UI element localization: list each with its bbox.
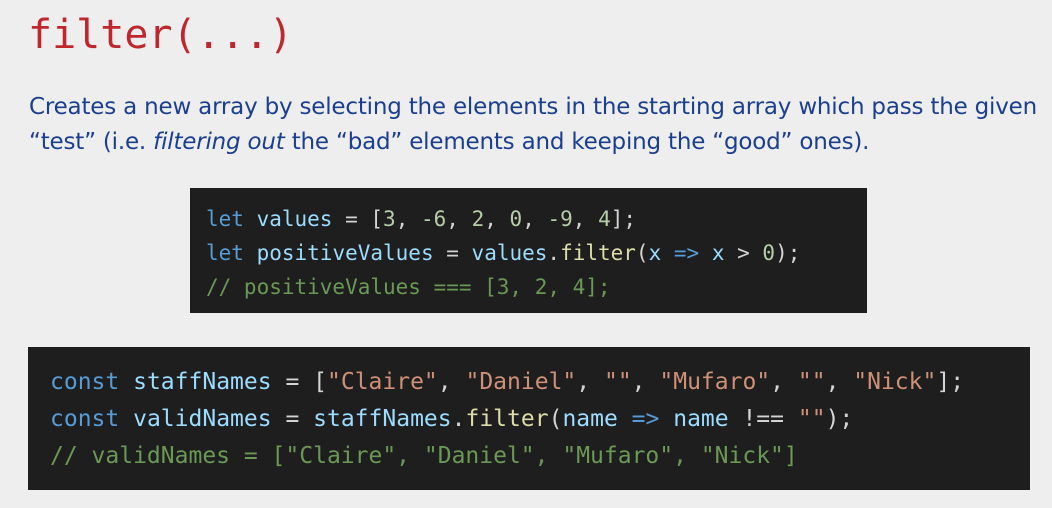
- code-string: "Mufaro": [659, 369, 771, 395]
- code-line-1: const staffNames = ["Claire", "Daniel", …: [50, 364, 1030, 401]
- code-identifier: values: [256, 207, 333, 231]
- code-keyword: const: [50, 406, 120, 432]
- code-parameter: x: [648, 241, 662, 265]
- code-string: "": [797, 406, 826, 432]
- code-string: "Claire": [327, 369, 438, 395]
- code-separator: ,: [825, 369, 854, 395]
- code-block-values: let values = [3, -6, 2, 0, -9, 4]; let po…: [190, 188, 867, 313]
- code-arrow: =>: [661, 241, 712, 265]
- code-number: -6: [421, 207, 447, 231]
- code-bracket: ];: [936, 369, 965, 395]
- code-line-2: let positiveValues = values.filter(x => …: [206, 236, 867, 270]
- code-paren: );: [825, 406, 854, 432]
- code-bracket: [: [370, 207, 384, 231]
- code-string: "Daniel": [465, 369, 577, 395]
- code-separator: ,: [770, 369, 798, 395]
- code-arrow: =>: [617, 406, 674, 432]
- code-separator: ,: [395, 207, 421, 231]
- code-paren: );: [775, 241, 801, 265]
- code-number: 4: [598, 207, 611, 231]
- code-line-2: const validNames = staffNames.filter(nam…: [50, 401, 1030, 438]
- code-bracket: [: [313, 369, 327, 395]
- code-paren: (: [635, 241, 649, 265]
- code-operator: =: [271, 406, 314, 432]
- code-parameter: x: [711, 241, 725, 265]
- code-separator: ,: [576, 369, 604, 395]
- code-number: 0: [509, 207, 523, 231]
- code-paren: (: [548, 406, 563, 432]
- code-bracket: ];: [610, 207, 637, 231]
- description-emphasis: filtering out: [153, 129, 285, 155]
- code-comment: // validNames = ["Claire", "Daniel", "Mu…: [50, 443, 798, 469]
- code-line-1: let values = [3, -6, 2, 0, -9, 4];: [206, 202, 867, 236]
- code-string: "": [603, 369, 632, 395]
- code-separator: ,: [484, 207, 510, 231]
- code-number: -9: [547, 207, 573, 231]
- code-number: 2: [471, 207, 485, 231]
- code-separator: ,: [446, 207, 472, 231]
- code-operator: >: [724, 241, 763, 265]
- code-method: filter: [465, 406, 549, 432]
- code-keyword: let: [206, 207, 244, 231]
- code-parameter: name: [673, 406, 729, 432]
- code-separator: ,: [522, 207, 548, 231]
- code-separator: ,: [572, 207, 599, 231]
- code-string: "Nick": [853, 369, 937, 395]
- code-number: 3: [383, 207, 396, 231]
- code-identifier: validNames: [133, 406, 272, 432]
- code-dot: .: [547, 241, 561, 265]
- code-identifier: staffNames: [133, 369, 272, 395]
- code-operator: =: [433, 241, 472, 265]
- code-separator: ,: [631, 369, 660, 395]
- description: Creates a new array by selecting the ele…: [29, 90, 1039, 160]
- code-number: 0: [762, 241, 776, 265]
- code-string: "": [797, 369, 826, 395]
- code-block-staff-names: const staffNames = ["Claire", "Daniel", …: [28, 347, 1030, 490]
- code-keyword: let: [206, 241, 244, 265]
- code-operator: =: [271, 369, 314, 395]
- slide-title: filter(...): [28, 12, 293, 58]
- code-operator: !==: [728, 406, 798, 432]
- code-dot: .: [451, 406, 466, 432]
- code-parameter: name: [562, 406, 618, 432]
- code-identifier: positiveValues: [256, 241, 434, 265]
- code-keyword: const: [50, 369, 120, 395]
- code-separator: ,: [437, 369, 466, 395]
- code-operator: =: [332, 207, 371, 231]
- code-identifier: values: [471, 241, 548, 265]
- code-comment: // positiveValues === [3, 2, 4];: [206, 275, 611, 299]
- code-identifier: staffNames: [313, 406, 452, 432]
- code-method: filter: [560, 241, 636, 265]
- description-text-2: the “bad” elements and keeping the “good…: [284, 129, 870, 155]
